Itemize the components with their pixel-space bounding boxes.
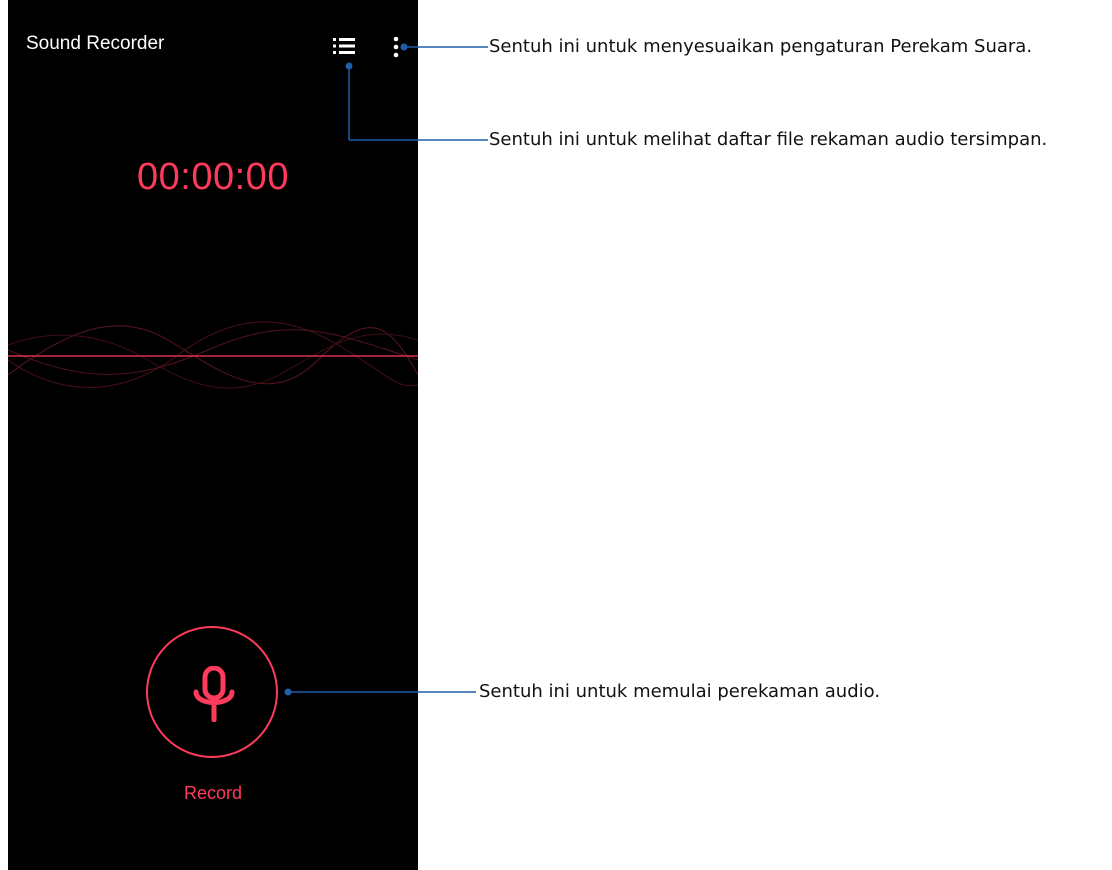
callout-record: Sentuh ini untuk memulai perekaman audio… [479, 681, 881, 702]
callout-settings: Sentuh ini untuk menyesuaikan pengaturan… [489, 36, 1033, 57]
list-icon[interactable] [333, 37, 355, 55]
app-title: Sound Recorder [26, 33, 165, 54]
record-label: Record [183, 783, 243, 803]
recording-timer: 00:00:00 [137, 156, 289, 198]
record-button[interactable] [146, 626, 278, 758]
phone-screen: Sound Recorder 00:00:00 Record [8, 0, 418, 870]
microphone-icon [193, 666, 235, 722]
waveform-visualizer [8, 321, 418, 389]
callout-recordings-list: Sentuh ini untuk melihat daftar file rek… [489, 129, 1048, 150]
more-vertical-icon[interactable] [392, 36, 400, 58]
